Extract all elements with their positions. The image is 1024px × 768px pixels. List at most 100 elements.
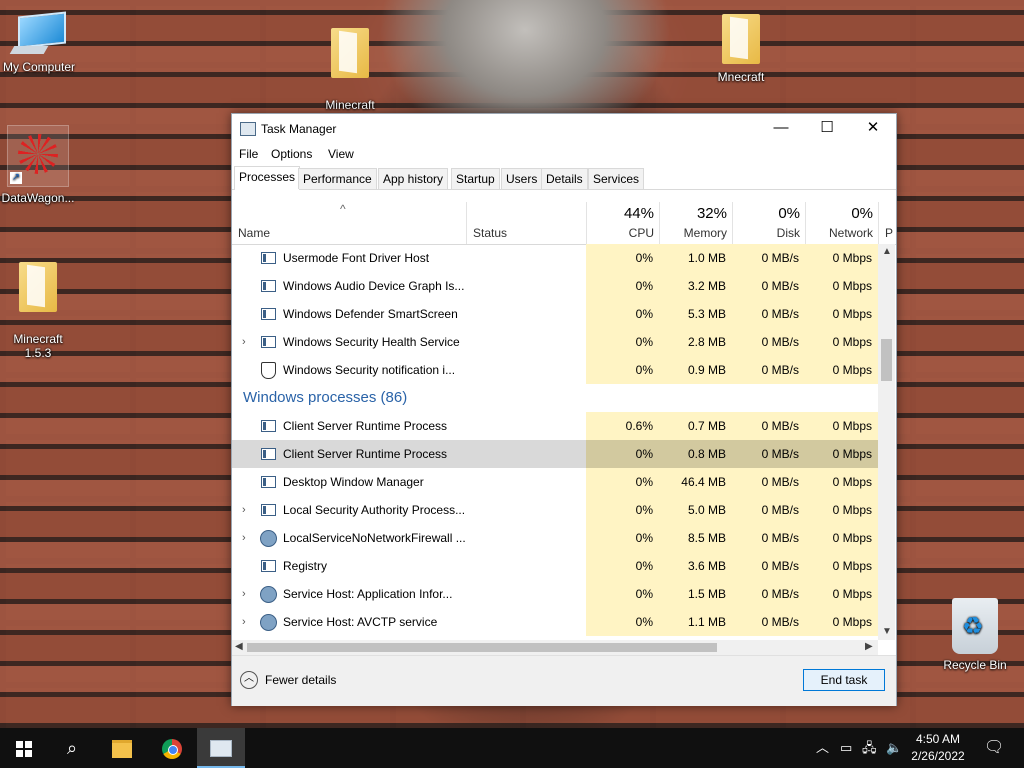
table-row[interactable]: Desktop Window Manager 0% 46.4 MB 0 MB/s 0 M…: [232, 468, 878, 496]
search-button[interactable]: ⌕: [48, 728, 96, 768]
process-cpu: 0%: [635, 475, 653, 489]
process-memory: 3.6 MB: [687, 559, 726, 573]
column-disk-label: Disk: [776, 226, 800, 240]
vertical-scrollbar[interactable]: ▲ ▼: [878, 244, 895, 640]
process-memory: 46.4 MB: [681, 475, 726, 489]
table-row[interactable]: › Service Host: AVCTP service 0% 1.1 MB 0 MB…: [232, 608, 878, 636]
end-task-button[interactable]: End task: [803, 669, 885, 691]
scroll-down-icon[interactable]: ▼: [882, 626, 892, 637]
process-cpu: 0%: [635, 503, 653, 517]
column-network[interactable]: 0% Network: [805, 202, 879, 244]
tablet-icon[interactable]: ▭: [840, 728, 852, 768]
horizontal-scroll-thumb[interactable]: [247, 643, 717, 652]
menu-view[interactable]: View: [328, 147, 354, 161]
process-memory: 1.1 MB: [687, 615, 726, 629]
desktop-icon-label: Minecraft 1.5.3: [13, 332, 63, 360]
column-status[interactable]: Status: [466, 202, 587, 244]
close-button[interactable]: ✕: [850, 114, 896, 144]
process-network: 0 Mbps: [832, 615, 872, 629]
chevron-right-icon[interactable]: ›: [242, 524, 246, 552]
column-disk[interactable]: 0% Disk: [732, 202, 806, 244]
clock[interactable]: 4:50 AM 2/26/2022: [903, 731, 973, 765]
process-disk: 0 MB/s: [761, 531, 799, 545]
horizontal-scrollbar[interactable]: ◀ ▶: [232, 640, 878, 655]
table-row[interactable]: Windows Defender SmartScreen 0% 5.3 MB 0 MB…: [232, 300, 878, 328]
desktop-icon-label: My Computer: [2, 60, 76, 74]
notification-icon[interactable]: 🗨: [984, 728, 1004, 768]
chevron-right-icon[interactable]: ›: [242, 608, 246, 636]
chevron-right-icon[interactable]: ›: [242, 496, 246, 524]
tab-app-history[interactable]: App history: [378, 168, 449, 189]
taskbar-file-explorer[interactable]: [98, 728, 146, 768]
process-memory: 2.8 MB: [687, 335, 726, 349]
maximize-button[interactable]: ☐: [804, 114, 850, 144]
tab-strip: Processes Performance App history Startu…: [232, 166, 896, 190]
table-row[interactable]: › Service Host: Application Infor... 0% 1.5…: [232, 580, 878, 608]
menu-bar: File Options View: [232, 144, 896, 164]
column-network-label: Network: [828, 226, 873, 240]
group-header[interactable]: Windows processes (86): [232, 384, 878, 412]
menu-options[interactable]: Options: [271, 147, 312, 161]
desktop-icon-datawagon[interactable]: ↗ DataWagon...: [0, 125, 81, 205]
process-name: Local Security Authority Process...: [283, 503, 466, 517]
process-network: 0 Mbps: [832, 475, 872, 489]
desktop-icon-recycle-bin[interactable]: Recycle Bin: [932, 598, 1018, 672]
group-title: Windows processes (86): [243, 389, 408, 406]
process-name: Windows Security notification i...: [283, 363, 456, 377]
chevron-right-icon[interactable]: ›: [242, 580, 246, 608]
desktop-icon-label: DataWagon...: [1, 191, 75, 205]
table-row[interactable]: Windows Security notification i... 0% 0.9 …: [232, 356, 878, 384]
process-network: 0 Mbps: [832, 419, 872, 433]
column-memory[interactable]: 32% Memory: [659, 202, 733, 244]
process-disk: 0 MB/s: [761, 559, 799, 573]
menu-file[interactable]: File: [239, 147, 258, 161]
tab-performance[interactable]: Performance: [298, 168, 377, 189]
tab-services[interactable]: Services: [588, 168, 645, 189]
taskbar-task-manager[interactable]: [197, 728, 245, 768]
scroll-right-icon[interactable]: ▶: [865, 641, 873, 652]
table-row[interactable]: Usermode Font Driver Host 0% 1.0 MB 0 MB/s 0…: [232, 244, 878, 272]
desktop-icon-mnecraft[interactable]: Mnecraft: [698, 14, 784, 84]
process-name: Windows Security Health Service: [283, 335, 460, 349]
minimize-button[interactable]: —: [758, 114, 804, 144]
desktop-icon-minecraft-153[interactable]: Minecraft 1.5.3: [0, 248, 81, 374]
tab-startup[interactable]: Startup: [451, 168, 500, 189]
start-button[interactable]: [0, 728, 48, 768]
table-row[interactable]: Client Server Runtime Process 0% 0.8 MB 0 M…: [232, 440, 878, 468]
network-icon[interactable]: 🖧: [862, 728, 877, 768]
scroll-up-icon[interactable]: ▲: [882, 246, 892, 257]
folder-icon: [19, 262, 57, 312]
table-row[interactable]: › LocalServiceNoNetworkFirewall ... 0% 8.5 …: [232, 524, 878, 552]
taskbar: ⌕ ︿ ▭ 🖧 🔈 4:50 AM 2/26/2022 🗨: [0, 728, 1024, 768]
window-icon: [261, 560, 276, 572]
table-row[interactable]: › Windows Security Health Service 0% 2.8 MB…: [232, 328, 878, 356]
scroll-left-icon[interactable]: ◀: [235, 641, 243, 652]
process-memory: 1.5 MB: [687, 587, 726, 601]
column-status-label: Status: [473, 226, 508, 240]
desktop-icon-my-computer[interactable]: My Computer: [0, 11, 82, 74]
process-network: 0 Mbps: [832, 363, 872, 377]
column-cpu[interactable]: 44% CPU: [586, 202, 660, 244]
tab-processes[interactable]: Processes: [234, 166, 301, 190]
chevron-right-icon[interactable]: ›: [242, 328, 246, 356]
table-row[interactable]: Registry 0% 3.6 MB 0 MB/s 0 Mbps: [232, 552, 878, 580]
chevron-up-icon[interactable]: ︿: [816, 728, 829, 768]
clock-date: 2/26/2022: [911, 749, 965, 763]
title-bar[interactable]: Task Manager — ☐ ✕: [232, 114, 896, 144]
task-manager-icon: [240, 122, 256, 136]
table-row[interactable]: Windows Audio Device Graph Is... 0% 3.2 MB…: [232, 272, 878, 300]
table-row[interactable]: Client Server Runtime Process 0.6% 0.7 MB 0…: [232, 412, 878, 440]
vertical-scroll-thumb[interactable]: [881, 339, 892, 381]
column-name[interactable]: Name: [232, 202, 465, 244]
taskbar-chrome[interactable]: [148, 728, 196, 768]
process-disk: 0 MB/s: [761, 307, 799, 321]
window-icon: [261, 336, 276, 348]
fewer-details-link[interactable]: Fewer details: [265, 673, 336, 687]
tab-details[interactable]: Details: [541, 168, 588, 189]
column-power[interactable]: P: [878, 202, 896, 244]
table-row[interactable]: › Local Security Authority Process... 0% 5.…: [232, 496, 878, 524]
volume-icon[interactable]: 🔈: [886, 728, 902, 768]
tab-users[interactable]: Users: [501, 168, 543, 189]
chevron-up-circle-icon[interactable]: ︿: [240, 671, 258, 689]
process-cpu: 0%: [635, 587, 653, 601]
